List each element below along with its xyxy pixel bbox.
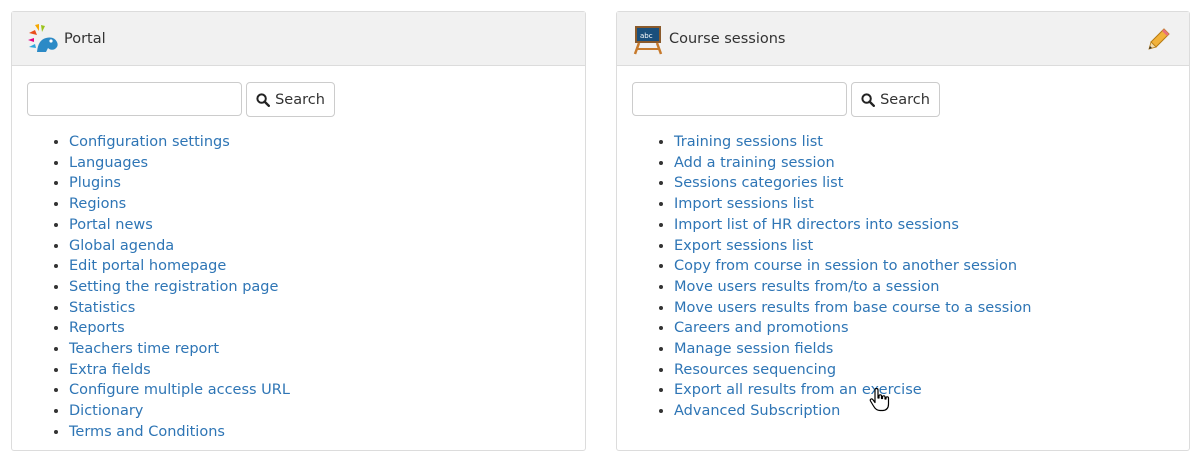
list-item: Import sessions list [674,194,1031,215]
portal-link[interactable]: Extra fields [69,362,151,378]
list-item: Advanced Subscription [674,401,1031,422]
portal-link[interactable]: Edit portal homepage [69,258,226,274]
list-item: Extra fields [69,360,290,381]
sessions-search-button[interactable]: Search [851,82,940,117]
portal-link[interactable]: Regions [69,196,126,212]
list-item: Sessions categories list [674,173,1031,194]
sessions-link[interactable]: Import list of HR directors into session… [674,217,959,233]
portal-link[interactable]: Teachers time report [69,341,219,357]
sessions-panel-header: abc Course sessions [617,12,1189,66]
list-item: Move users results from/to a session [674,277,1031,298]
list-item: Reports [69,318,290,339]
list-item: Terms and Conditions [69,422,290,443]
list-item: Configuration settings [69,132,290,153]
list-item: Move users results from base course to a… [674,298,1031,319]
list-item: Export all results from an exercise [674,380,1031,401]
sessions-link[interactable]: Export all results from an exercise [674,382,922,398]
list-item: Training sessions list [674,132,1031,153]
portal-link[interactable]: Dictionary [69,403,143,419]
portal-search-form: Search [27,82,335,117]
portal-links-list: Configuration settings Languages Plugins… [12,132,290,443]
sessions-link[interactable]: Add a training session [674,155,835,171]
list-item: Teachers time report [69,339,290,360]
list-item: Portal news [69,215,290,236]
portal-panel: Portal Search Configuration settings Lan… [11,11,586,451]
portal-link[interactable]: Plugins [69,175,121,191]
list-item: Global agenda [69,236,290,257]
portal-link[interactable]: Setting the registration page [69,279,278,295]
sessions-link[interactable]: Training sessions list [674,134,823,150]
list-item: Copy from course in session to another s… [674,256,1031,277]
sessions-links-list: Training sessions list Add a training se… [617,132,1031,422]
list-item: Configure multiple access URL [69,380,290,401]
sessions-link[interactable]: Export sessions list [674,238,813,254]
pencil-icon[interactable] [1147,27,1171,51]
list-item: Export sessions list [674,236,1031,257]
list-item: Languages [69,153,290,174]
list-item: Add a training session [674,153,1031,174]
sessions-link[interactable]: Manage session fields [674,341,833,357]
portal-search-input[interactable] [27,82,242,116]
portal-link[interactable]: Configure multiple access URL [69,382,290,398]
list-item: Import list of HR directors into session… [674,215,1031,236]
portal-link[interactable]: Portal news [69,217,153,233]
sessions-search-form: Search [632,82,940,117]
portal-link[interactable]: Configuration settings [69,134,230,150]
list-item: Manage session fields [674,339,1031,360]
list-item: Edit portal homepage [69,256,290,277]
portal-link[interactable]: Languages [69,155,148,171]
sessions-link[interactable]: Move users results from/to a session [674,279,939,295]
chamilo-logo-icon [26,22,60,56]
sessions-panel: abc Course sessions Search T [616,11,1190,451]
list-item: Statistics [69,298,290,319]
sessions-link[interactable]: Import sessions list [674,196,814,212]
list-item: Resources sequencing [674,360,1031,381]
portal-link[interactable]: Statistics [69,300,135,316]
portal-link[interactable]: Terms and Conditions [69,424,225,440]
sessions-link[interactable]: Move users results from base course to a… [674,300,1031,316]
list-item: Dictionary [69,401,290,422]
sessions-search-input[interactable] [632,82,847,116]
portal-title: Portal [64,30,106,47]
sessions-link[interactable]: Copy from course in session to another s… [674,258,1017,274]
blackboard-icon: abc [631,22,665,56]
portal-panel-header: Portal [12,12,585,66]
portal-link[interactable]: Global agenda [69,238,174,254]
list-item: Regions [69,194,290,215]
list-item: Careers and promotions [674,318,1031,339]
svg-text:abc: abc [640,32,653,40]
sessions-link[interactable]: Advanced Subscription [674,403,840,419]
search-icon [256,92,271,107]
list-item: Plugins [69,173,290,194]
portal-link[interactable]: Reports [69,320,125,336]
sessions-link[interactable]: Careers and promotions [674,320,849,336]
sessions-title: Course sessions [669,30,786,47]
list-item: Setting the registration page [69,277,290,298]
sessions-link[interactable]: Sessions categories list [674,175,843,191]
portal-search-button[interactable]: Search [246,82,335,117]
sessions-search-label: Search [880,91,930,108]
sessions-link[interactable]: Resources sequencing [674,362,836,378]
search-icon [861,92,876,107]
portal-search-label: Search [275,91,325,108]
